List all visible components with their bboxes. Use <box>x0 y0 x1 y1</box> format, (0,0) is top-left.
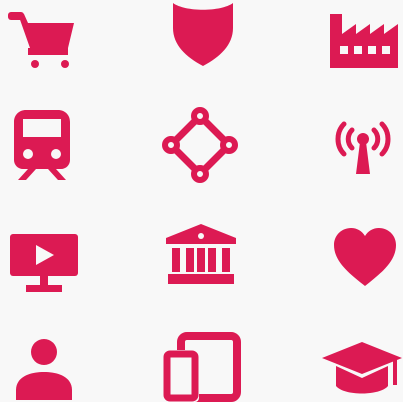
shopping-cart-icon <box>8 12 76 68</box>
factory-icon <box>330 10 398 68</box>
user-icon <box>16 338 72 400</box>
broadcast-tower-icon <box>330 118 396 174</box>
train-icon <box>14 110 70 180</box>
devices-icon <box>163 332 241 402</box>
video-monitor-icon <box>10 234 78 294</box>
shield-icon <box>170 0 236 66</box>
heart-icon <box>334 228 396 286</box>
graduation-cap-icon <box>322 342 402 400</box>
icon-grid <box>0 0 403 402</box>
network-nodes-icon <box>162 107 238 183</box>
bank-icon <box>166 224 236 284</box>
